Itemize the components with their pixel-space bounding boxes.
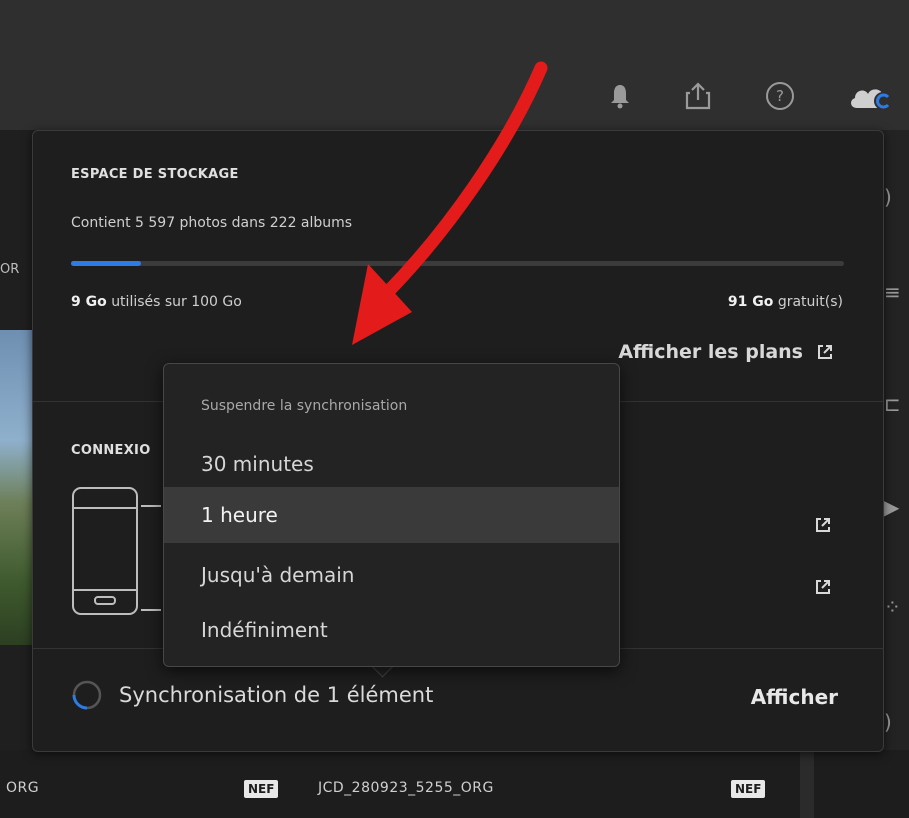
right-panel: ) ≡ ⊏ ▶ ⁘ )	[882, 130, 909, 818]
thumbnail-filename: ORG	[6, 780, 40, 796]
used-suffix: utilisés sur 100 Go	[111, 294, 242, 310]
phone-device-icon	[72, 487, 161, 615]
bell-icon[interactable]	[602, 78, 638, 114]
view-plans-link[interactable]: Afficher les plans	[618, 341, 833, 363]
thumbnail-filename: JCD_280923_5255_ORG	[318, 780, 494, 796]
show-sync-button[interactable]: Afficher	[751, 685, 838, 709]
menu-item-until-tomorrow[interactable]: Jusqu'à demain	[164, 547, 619, 603]
connections-section-title: CONNEXIO	[71, 443, 151, 458]
view-plans-label: Afficher les plans	[618, 341, 803, 363]
storage-progress-bar	[71, 261, 844, 266]
panel-icon[interactable]: )	[884, 710, 892, 734]
format-badge: NEF	[731, 780, 766, 798]
sync-spinner-icon	[72, 680, 102, 710]
share-icon[interactable]	[680, 78, 716, 114]
external-link-icon[interactable]	[815, 517, 831, 533]
storage-used: 9 Go utilisés sur 100 Go	[71, 294, 242, 310]
pause-sync-menu: Suspendre la synchronisation 30 minutes …	[163, 363, 620, 667]
sync-status-text: Synchronisation de 1 élément	[119, 683, 434, 707]
sync-status-row[interactable]: Synchronisation de 1 élément	[71, 679, 433, 711]
menu-item-indefinitely[interactable]: Indéfiniment	[164, 602, 619, 658]
used-amount: 9 Go	[71, 294, 107, 310]
panel-icon[interactable]: ⊏	[884, 392, 901, 416]
storage-description: Contient 5 597 photos dans 222 albums	[71, 215, 353, 231]
menu-item-1-hour[interactable]: 1 heure	[164, 487, 619, 543]
panel-icon[interactable]: ⁘	[884, 595, 901, 619]
background-label: OR	[0, 262, 20, 277]
format-badge: NEF	[244, 780, 279, 798]
external-link-icon[interactable]	[815, 579, 831, 595]
panel-icon[interactable]: )	[884, 185, 892, 209]
pause-sync-menu-header: Suspendre la synchronisation	[201, 398, 408, 414]
play-icon[interactable]: ▶	[884, 495, 899, 519]
help-icon[interactable]: ?	[762, 78, 798, 114]
top-bar: ?	[0, 0, 909, 130]
free-suffix: gratuit(s)	[777, 294, 843, 310]
storage-progress-fill	[71, 261, 141, 266]
external-link-icon	[818, 345, 832, 359]
menu-item-30-minutes[interactable]: 30 minutes	[164, 436, 619, 492]
free-amount: 91 Go	[727, 294, 774, 310]
svg-text:?: ?	[776, 87, 784, 105]
photo-thumbnail[interactable]	[0, 330, 36, 645]
storage-free: 91 Go gratuit(s)	[728, 294, 843, 310]
storage-section-title: ESPACE DE STOCKAGE	[71, 167, 239, 182]
cloud-sync-icon[interactable]	[846, 78, 896, 114]
scrollbar[interactable]	[800, 745, 814, 818]
panel-icon[interactable]: ≡	[884, 280, 901, 304]
